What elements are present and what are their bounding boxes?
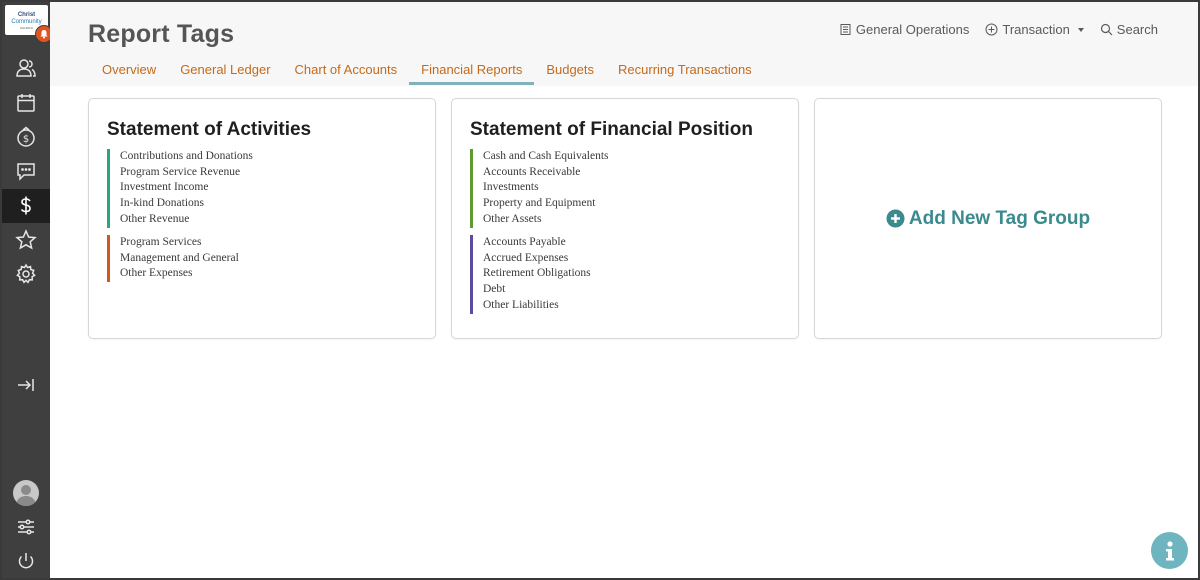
- tag-item: Property and Equipment: [483, 197, 596, 210]
- add-new-tag-group-label: Add New Tag Group: [908, 207, 1091, 229]
- tag-item: Accounts Receivable: [483, 165, 581, 178]
- general-operations-link[interactable]: General Operations: [839, 22, 969, 37]
- transaction-dropdown[interactable]: Transaction: [985, 22, 1084, 37]
- card-title: Statement of Financial Position: [470, 119, 753, 140]
- add-new-tag-group-button[interactable]: Add New Tag Group: [886, 208, 1090, 230]
- tab-recurring-transactions[interactable]: Recurring Transactions: [606, 58, 764, 84]
- tab-budgets[interactable]: Budgets: [534, 58, 606, 84]
- tag-item: Program Services: [120, 236, 202, 248]
- tab-general-ledger[interactable]: General Ledger: [168, 58, 282, 84]
- plus-circle-icon: [886, 209, 905, 228]
- page-header: Report Tags General Operations Transacti…: [50, 2, 1198, 86]
- tab-financial-reports[interactable]: Financial Reports: [409, 58, 535, 85]
- tag-item: Other Liabilities: [483, 298, 559, 311]
- top-actions: General Operations Transaction Search: [839, 22, 1158, 37]
- chevron-down-icon: [1077, 27, 1084, 32]
- power-icon[interactable]: [2, 544, 50, 578]
- add-tag-group-card[interactable]: Add New Tag Group: [814, 98, 1162, 339]
- tag-item: Debt: [483, 283, 506, 296]
- people-icon[interactable]: [2, 51, 50, 85]
- star-icon[interactable]: [2, 223, 50, 257]
- app-window: Christ Community CHURCH $ Report Tags Ge…: [0, 0, 1200, 580]
- tag-group-revenue: Contributions and Donations Program Serv…: [107, 149, 253, 228]
- tag-item: Cash and Cash Equivalents: [483, 150, 609, 162]
- transaction-label: Transaction: [1002, 22, 1070, 37]
- search-link[interactable]: Search: [1100, 22, 1158, 37]
- tag-item: In-kind Donations: [120, 197, 205, 210]
- tab-bar: Overview General Ledger Chart of Account…: [90, 58, 764, 85]
- tag-group-card-financial-position[interactable]: Statement of Financial Position Cash and…: [451, 98, 799, 339]
- svg-text:$: $: [23, 134, 29, 145]
- card-title: Statement of Activities: [107, 119, 312, 140]
- giving-icon[interactable]: $: [2, 120, 50, 154]
- preferences-sliders-icon[interactable]: [2, 510, 50, 544]
- logo-text-1: Christ: [17, 12, 36, 18]
- tag-group-assets: Cash and Cash Equivalents Accounts Recei…: [470, 149, 609, 228]
- expand-sidebar-icon[interactable]: [2, 368, 50, 402]
- tag-group-card-activities[interactable]: Statement of Activities Contributions an…: [88, 98, 436, 339]
- messages-icon[interactable]: [2, 154, 50, 188]
- calendar-icon[interactable]: [2, 86, 50, 120]
- finance-icon[interactable]: [2, 189, 50, 223]
- sidebar: Christ Community CHURCH $: [2, 2, 53, 578]
- tab-overview[interactable]: Overview: [90, 58, 168, 84]
- tab-chart-of-accounts[interactable]: Chart of Accounts: [283, 58, 410, 84]
- search-label: Search: [1116, 22, 1158, 37]
- tag-item: Accrued Expenses: [483, 251, 569, 264]
- tag-item: Management and General: [120, 251, 239, 264]
- general-operations-label: General Operations: [855, 22, 970, 37]
- tag-item: Other Revenue: [120, 212, 190, 225]
- tag-item: Accounts Payable: [483, 236, 566, 248]
- tag-item: Contributions and Donations: [120, 150, 253, 162]
- info-help-button[interactable]: [1151, 532, 1188, 569]
- tag-item: Other Assets: [483, 212, 542, 225]
- tag-item: Retirement Obligations: [483, 267, 591, 280]
- tag-group-expenses: Program Services Management and General …: [107, 235, 239, 283]
- tag-item: Other Expenses: [120, 267, 193, 280]
- page-title: Report Tags: [88, 20, 235, 48]
- tag-item: Investments: [483, 181, 539, 194]
- settings-gear-icon[interactable]: [2, 257, 50, 291]
- user-avatar[interactable]: [13, 480, 39, 506]
- info-icon: [1165, 540, 1174, 560]
- tag-item: Program Service Revenue: [120, 165, 241, 178]
- tag-group-liabilities: Accounts Payable Accrued Expenses Retire…: [470, 235, 591, 314]
- tag-item: Investment Income: [120, 181, 209, 194]
